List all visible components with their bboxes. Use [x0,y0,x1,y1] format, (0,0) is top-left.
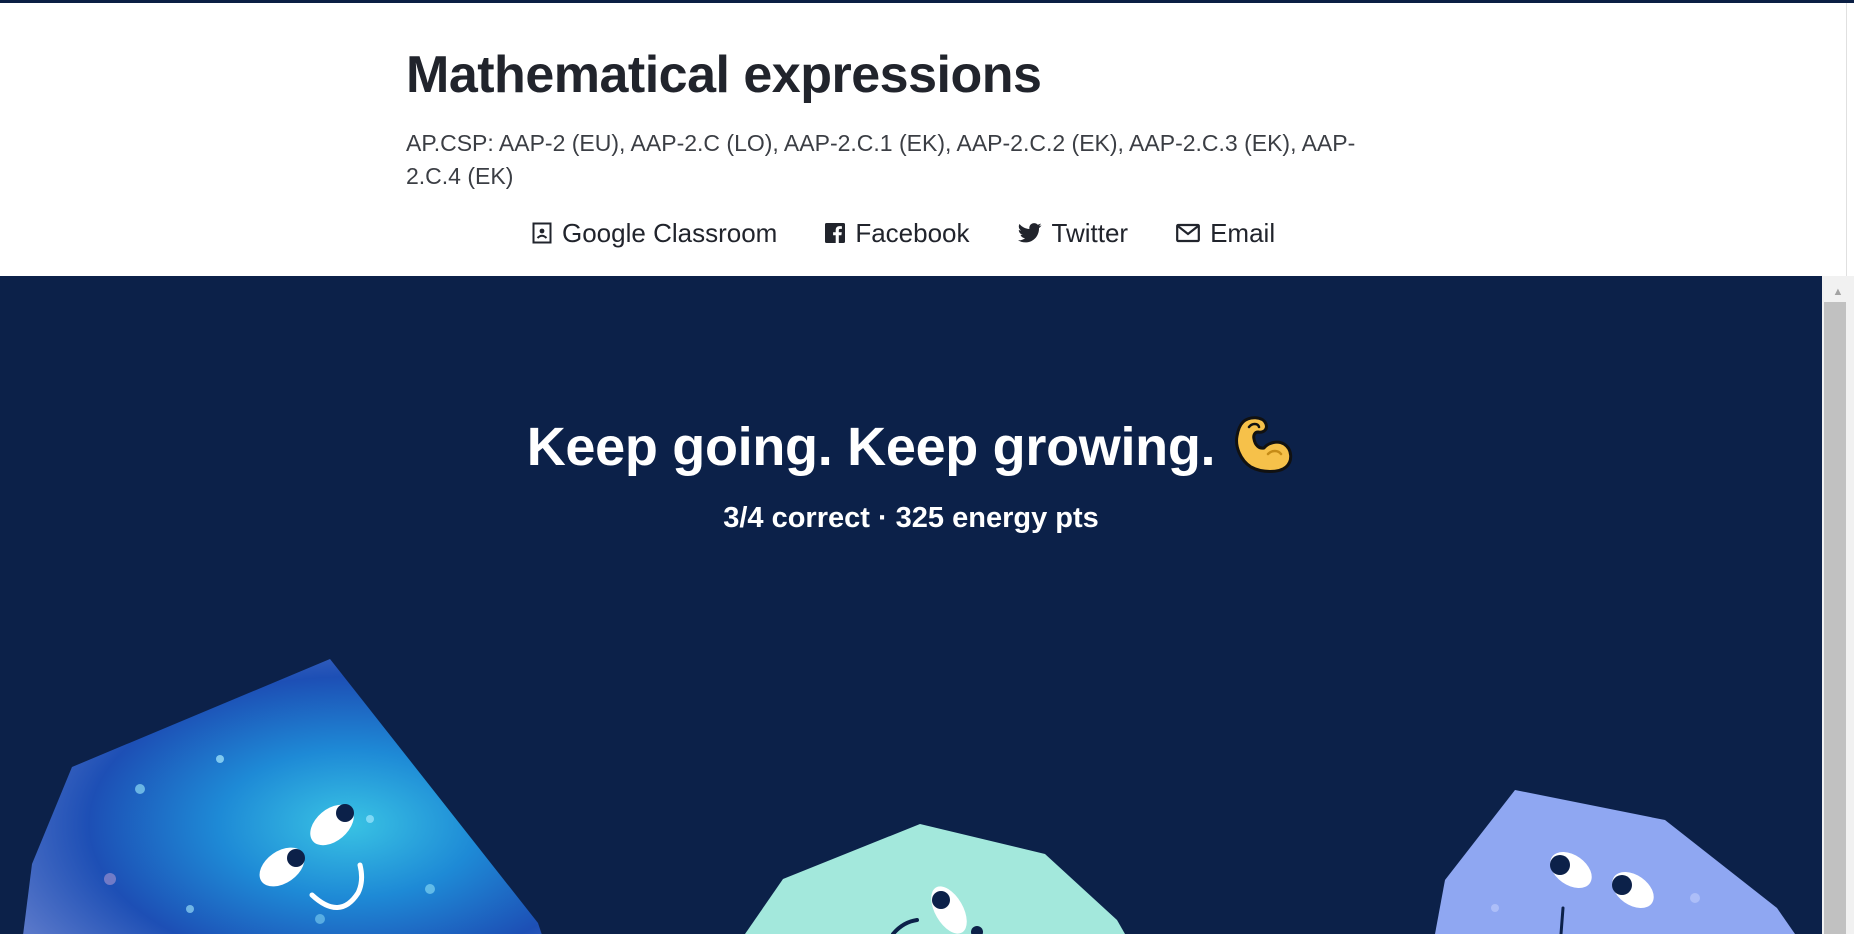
share-google-classroom-label: Google Classroom [562,217,778,248]
google-classroom-icon [532,222,552,244]
vertical-scrollbar[interactable]: ▲ [1822,276,1854,934]
creature-left [23,659,542,934]
page-header: Mathematical expressions AP.CSP: AAP-2 (… [0,3,1854,276]
scrollbar-thumb[interactable] [1824,302,1846,934]
share-twitter-button[interactable]: Twitter [1017,217,1129,249]
share-bar: Google Classroom Facebook Twitter Email [532,215,1275,251]
results-score: 3/4 correct · 325 energy pts [723,502,1099,534]
flexed-biceps-icon [1233,414,1295,487]
scroll-up-arrow-icon[interactable]: ▲ [1822,284,1854,300]
results-headline-text: Keep going. Keep growing. [526,416,1216,477]
share-facebook-label: Facebook [855,217,970,248]
share-twitter-label: Twitter [1051,217,1129,248]
results-panel: Keep going. Keep growing. 3/4 correct · … [0,276,1822,934]
share-facebook-button[interactable]: Facebook [825,217,970,249]
creature-right [1435,790,1795,934]
standards-list: AP.CSP: AAP-2 (EU), AAP-2.C (LO), AAP-2.… [406,130,1356,189]
facebook-icon [825,223,846,243]
creature-middle [745,824,1125,934]
page-edge [1846,3,1854,276]
share-email-label: Email [1210,217,1276,248]
share-google-classroom-button[interactable]: Google Classroom [532,218,777,249]
results-headline: Keep going. Keep growing. [0,414,1822,487]
twitter-icon [1017,223,1042,243]
share-email-button[interactable]: Email [1176,218,1275,249]
email-icon [1176,223,1200,243]
page-title: Mathematical expressions [406,46,1042,104]
